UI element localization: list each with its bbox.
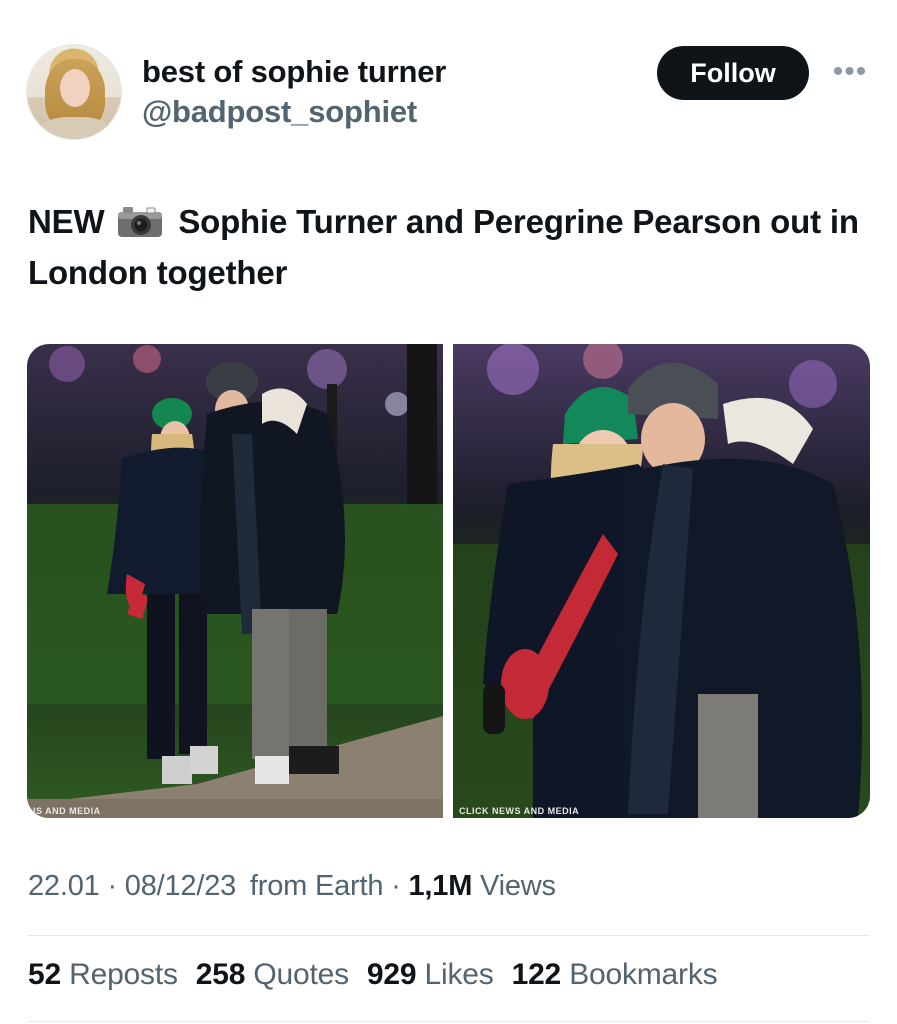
meta-separator: · [107,870,125,902]
meta-separator: · [391,870,409,902]
camera-with-flash-icon [117,202,163,237]
tweet-meta: 22.01 · 08/12/23 from Earth · 1,1M Views [28,870,556,903]
quotes-label: Quotes [253,958,349,991]
likes-stat[interactable]: 929 Likes [367,958,494,992]
divider [28,935,870,936]
likes-label: Likes [424,958,494,991]
likes-count: 929 [366,958,417,991]
reposts-label: Reposts [69,958,178,991]
reposts-stat[interactable]: 52 Reposts [28,958,178,992]
photo-right[interactable]: CLICK NEWS AND MEDIA [453,344,870,818]
tweet-media[interactable]: IS AND MEDIA CLICK NEWS AND MEDIA [27,344,870,818]
follow-button[interactable]: Follow [657,46,809,100]
photo-right-watermark: CLICK NEWS AND MEDIA [459,806,580,816]
tweet-header: best of sophie turner @badpost_sophiet F… [0,0,897,160]
author-avatar[interactable] [26,44,122,140]
views-count: 1,1M [408,870,473,902]
author-handle[interactable]: @badpost_sophiet [142,94,417,130]
photo-left[interactable]: IS AND MEDIA [27,344,443,818]
tweet-date[interactable]: 08/12/23 [125,870,236,902]
tweet-source: from Earth [249,870,384,902]
quotes-count: 258 [195,958,246,991]
bookmarks-stat[interactable]: 122 Bookmarks [512,958,718,992]
divider [28,1021,870,1022]
reposts-count: 52 [28,958,61,991]
engagement-stats: 52 Reposts 258 Quotes 929 Likes 122 Book… [28,958,718,992]
bookmarks-label: Bookmarks [569,958,718,991]
quotes-stat[interactable]: 258 Quotes [196,958,349,992]
author-display-name[interactable]: best of sophie turner [142,54,446,90]
tweet-text-prefix: NEW [28,203,105,240]
views-label: Views [480,870,556,902]
more-horizontal-icon[interactable]: ••• [830,57,870,87]
tweet-text: NEW Sophie Turner and Peregrine Pearson … [28,196,868,298]
bookmarks-count: 122 [511,958,562,991]
photo-left-watermark: IS AND MEDIA [33,806,101,816]
tweet-time[interactable]: 22.01 [28,870,100,902]
